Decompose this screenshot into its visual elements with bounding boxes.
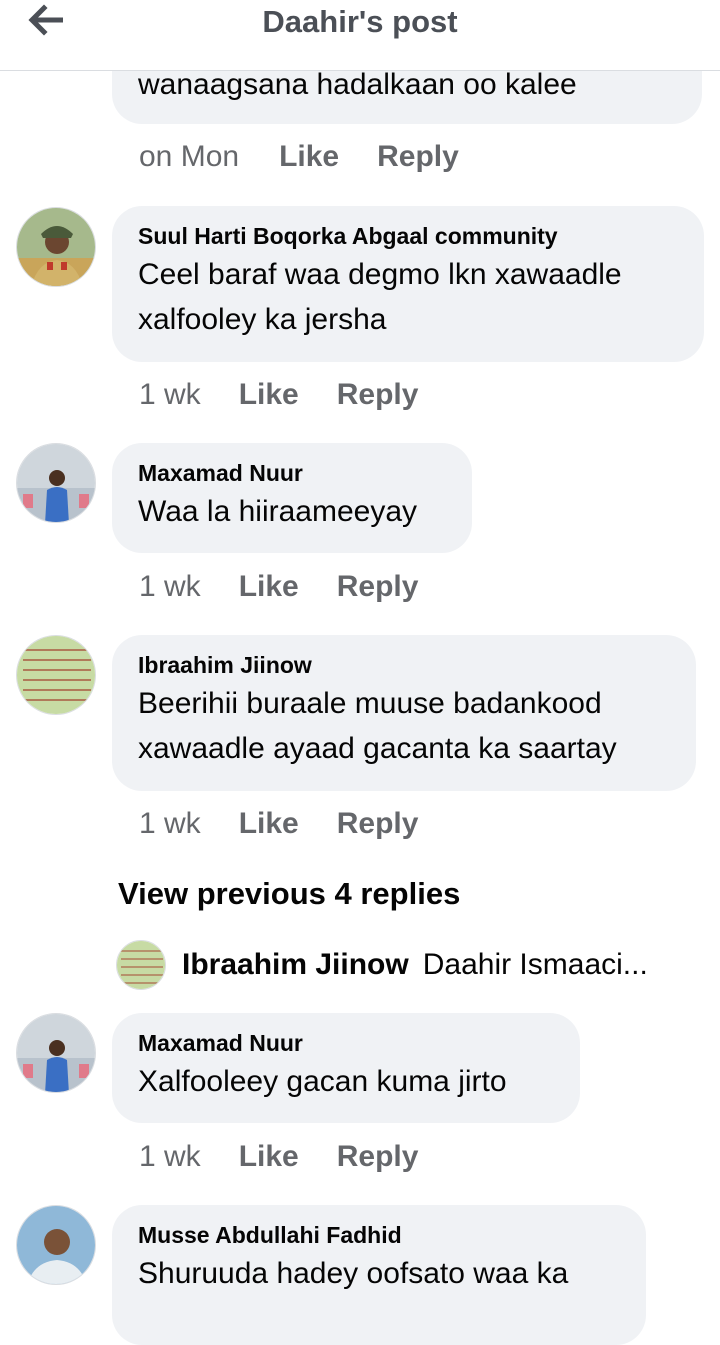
comment-bubble: Ibraahim Jiinow Beerihii buraale muuse b…	[112, 635, 696, 791]
comment-text: Waa la hiiraameeyay	[138, 495, 418, 528]
commenter-name[interactable]: Ibraahim Jiinow	[138, 649, 670, 681]
commenter-name[interactable]: Suul Harti Boqorka Abgaal community	[138, 220, 678, 252]
comment-text: xalfooley ka jersha	[138, 303, 387, 336]
comment-text: wanaagsana hadalkaan oo kalee	[138, 68, 577, 101]
comment-bubble: Suul Harti Boqorka Abgaal community Ceel…	[112, 206, 704, 362]
avatar[interactable]	[16, 635, 96, 715]
commenter-name[interactable]: Maxamad Nuur	[138, 1027, 554, 1059]
reply-button[interactable]: Reply	[337, 378, 419, 412]
reply-button[interactable]: Reply	[377, 140, 459, 174]
like-button[interactable]: Like	[239, 570, 299, 604]
comment-bubble: Maxamad Nuur Waa la hiiraameeyay	[112, 443, 472, 553]
commenter-name[interactable]: Musse Abdullahi Fadhid	[138, 1219, 620, 1251]
like-button[interactable]: Like	[239, 807, 299, 841]
reply-button[interactable]: Reply	[337, 1140, 419, 1174]
top-bar: Daahir's post	[0, 0, 720, 71]
like-button[interactable]: Like	[239, 378, 299, 412]
comment-bubble: Musse Abdullahi Fadhid Shuruuda hadey oo…	[112, 1205, 646, 1345]
comment-time: 1 wk	[139, 1140, 201, 1173]
comment-text: Shuruuda hadey oofsato waa ka	[138, 1257, 569, 1290]
avatar[interactable]	[16, 1205, 96, 1285]
comment-text: Xalfooleey gacan kuma jirto	[138, 1065, 507, 1098]
commenter-name[interactable]: Maxamad Nuur	[138, 457, 446, 489]
avatar[interactable]	[16, 443, 96, 523]
comment-actions: 1 wk Like Reply	[139, 570, 418, 604]
comment-text: Ceel baraf waa degmo lkn xawaadle	[138, 258, 622, 291]
comment-bubble: Maxamad Nuur Xalfooleey gacan kuma jirto	[112, 1013, 580, 1123]
view-previous-replies-link[interactable]: View previous 4 replies	[118, 876, 460, 912]
comment-time: on Mon	[139, 140, 240, 173]
comment-actions: 1 wk Like Reply	[139, 378, 418, 412]
comment-time: 1 wk	[139, 378, 201, 411]
comment-time: 1 wk	[139, 570, 201, 603]
comment-actions: 1 wk Like Reply	[139, 807, 418, 841]
like-button[interactable]: Like	[279, 140, 339, 174]
comment-actions: on Mon Like Reply	[139, 140, 459, 174]
reply-preview-text: Daahir Ismaaci...	[422, 948, 648, 981]
comment-text: xawaadle ayaad gacanta ka saartay	[138, 732, 617, 765]
comment-actions: 1 wk Like Reply	[139, 1140, 418, 1174]
like-button[interactable]: Like	[239, 1140, 299, 1174]
avatar[interactable]	[116, 940, 166, 990]
reply-preview[interactable]: Ibraahim Jiinow Daahir Ismaaci...	[116, 940, 648, 990]
reply-button[interactable]: Reply	[337, 807, 419, 841]
reply-button[interactable]: Reply	[337, 570, 419, 604]
comment-time: 1 wk	[139, 807, 201, 840]
page-title: Daahir's post	[262, 4, 458, 39]
avatar[interactable]	[16, 207, 96, 287]
comment-text: Beerihii buraale muuse badankood	[138, 687, 602, 720]
reply-author-name[interactable]: Ibraahim Jiinow	[182, 948, 409, 982]
avatar[interactable]	[16, 1013, 96, 1093]
